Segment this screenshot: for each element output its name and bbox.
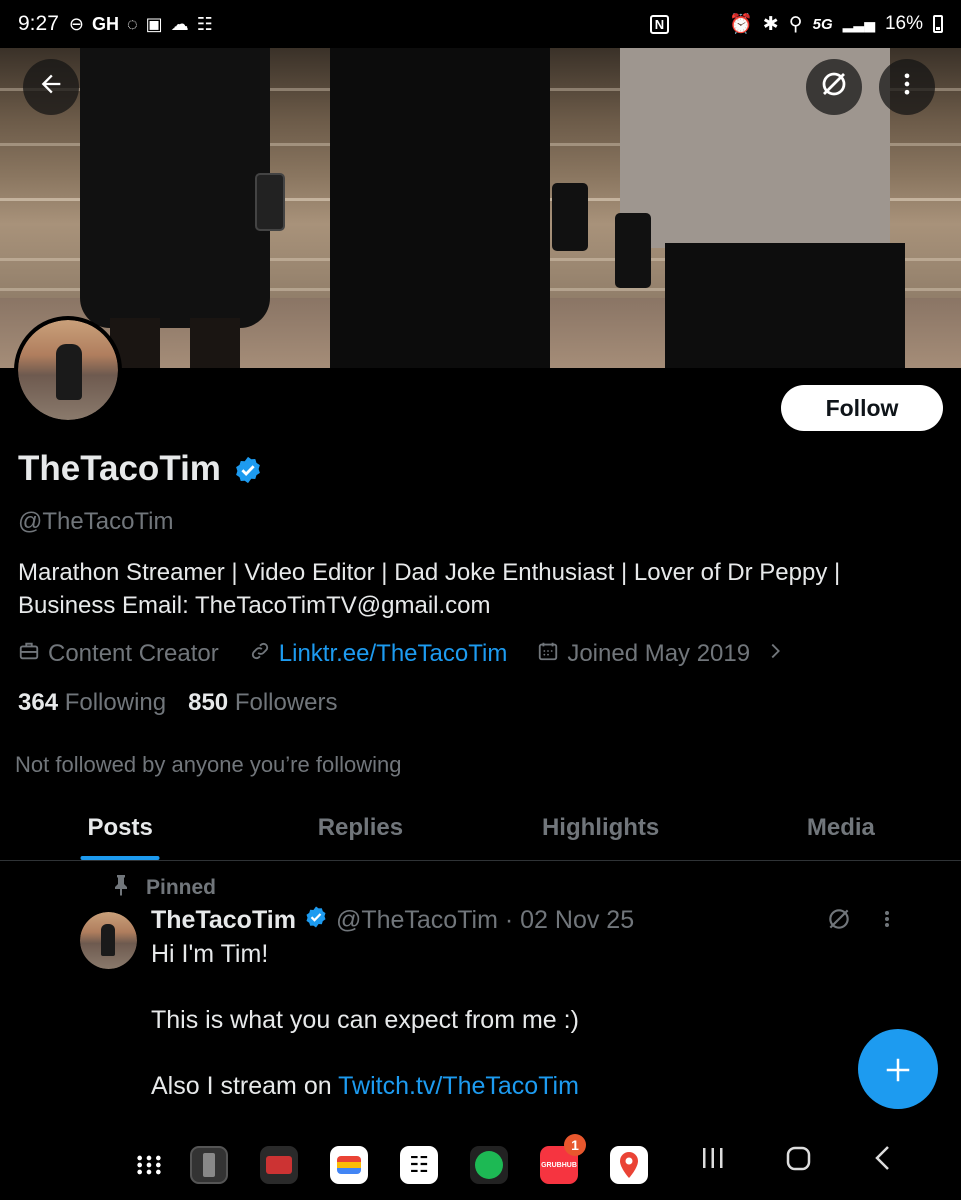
profile-link[interactable]: Linktr.ee/TheTacoTim	[279, 640, 508, 668]
not-followed-notice: Not followed by anyone you’re following	[15, 752, 402, 777]
status-time: 9:27	[18, 12, 59, 35]
post-author-name[interactable]: TheTacoTim	[151, 906, 296, 935]
grok-icon[interactable]	[826, 906, 852, 939]
compose-button[interactable]	[858, 1029, 938, 1109]
alarm-icon: ⏰	[729, 14, 753, 35]
joined-date: Joined May 2019	[567, 640, 751, 667]
app-icon: ☷	[196, 13, 213, 34]
tab-label: Media	[806, 814, 875, 841]
verified-badge-icon[interactable]	[233, 454, 263, 484]
battery-level: 16%	[884, 13, 923, 34]
sync-icon: ◌	[126, 13, 138, 34]
location-icon: ⚲	[788, 13, 803, 35]
pin-icon	[112, 874, 130, 902]
followers-link[interactable]: 850 Followers	[188, 689, 337, 717]
following-count: 364	[18, 689, 59, 716]
back-icon[interactable]	[872, 1144, 894, 1180]
bio-line: Business Email: TheTacoTimTV@gmail.com	[18, 592, 491, 619]
post-author-avatar[interactable]	[80, 912, 137, 969]
post-line: This is what you can expect from me :)	[151, 1006, 579, 1034]
spotify-app-icon[interactable]	[470, 1146, 508, 1184]
following-label: Following	[64, 689, 167, 716]
profile-meta: Content Creator Linktr.ee/TheTacoTim Joi…	[18, 640, 786, 668]
pinned-label: Pinned	[112, 874, 216, 902]
do-not-disturb-icon: ⊖	[68, 13, 84, 34]
post-header: TheTacoTim @TheTacoTim · 02 Nov 25	[151, 905, 634, 936]
post-more-icon[interactable]	[880, 906, 894, 939]
post-line: Also I stream on Twitch.tv/TheTacoTim	[151, 1070, 579, 1103]
post-body[interactable]: Hi I'm Tim! This is what you can expect …	[151, 938, 579, 1103]
signal-icon: ▂▃▅	[842, 15, 875, 32]
briefcase-icon	[18, 640, 40, 668]
followers-label: Followers	[234, 689, 338, 716]
arrow-left-icon	[37, 70, 65, 105]
display-name-text: TheTacoTim	[18, 449, 221, 488]
profile-tabs: Posts Replies Highlights Media	[0, 800, 961, 861]
post-meta: @TheTacoTim · 02 Nov 25	[335, 906, 635, 934]
cloud-icon: ☁	[170, 13, 189, 34]
tab-label: Replies	[317, 814, 404, 841]
plus-icon	[883, 1042, 913, 1096]
nfc-icon: N	[649, 14, 670, 34]
profile-category: Content Creator	[48, 640, 219, 667]
notification-badge: 1	[564, 1134, 586, 1156]
wallet-app-icon[interactable]	[330, 1146, 368, 1184]
grubhub-app-icon[interactable]: GRUBHUB 1	[540, 1134, 586, 1184]
bluetooth-icon: ✱	[762, 13, 779, 35]
status-bar: 9:27 ⊖ GH ◌ ▣ ☁ ☷ N ⏰ ✱ ⚲ 5G ▂▃▅ 16%	[0, 0, 961, 48]
active-tab-indicator	[80, 856, 160, 860]
profile-avatar[interactable]	[14, 316, 122, 424]
tab-posts[interactable]: Posts	[0, 800, 240, 860]
pinned-text: Pinned	[146, 876, 217, 899]
home-icon[interactable]	[785, 1144, 813, 1180]
tab-label: Posts	[87, 814, 153, 841]
tab-label: Highlights	[541, 814, 660, 841]
link-icon	[249, 640, 271, 668]
network-type: 5G	[812, 15, 833, 33]
more-button[interactable]	[879, 59, 935, 115]
profile-handle: @TheTacoTim	[18, 508, 174, 535]
calendar-icon	[537, 640, 559, 668]
verified-badge-icon	[304, 905, 328, 936]
post-twitch-link[interactable]: Twitch.tv/TheTacoTim	[338, 1072, 579, 1100]
post-line: Hi I'm Tim!	[151, 940, 269, 968]
grubhub-label: GRUBHUB	[541, 1161, 577, 1169]
android-nav-bar: ☷ GRUBHUB 1	[0, 1130, 961, 1200]
recents-icon[interactable]	[700, 1144, 726, 1180]
video-app-icon[interactable]	[260, 1146, 298, 1184]
sketch-app-icon[interactable]: ☷	[400, 1146, 438, 1184]
more-vertical-icon	[893, 70, 921, 105]
phone-app-icon[interactable]	[190, 1146, 228, 1184]
profile-bio: Marathon Streamer | Video Editor | Dad J…	[18, 556, 938, 622]
app-drawer-icon[interactable]	[130, 1146, 168, 1184]
grok-icon	[819, 69, 849, 106]
followers-count: 850	[188, 689, 229, 716]
back-button[interactable]	[23, 59, 79, 115]
display-name: TheTacoTim	[18, 449, 263, 489]
battery-icon	[933, 15, 943, 33]
tab-highlights[interactable]: Highlights	[481, 800, 721, 860]
tab-media[interactable]: Media	[721, 800, 961, 860]
follow-counts: 364 Following 850 Followers	[18, 689, 338, 717]
tab-replies[interactable]: Replies	[240, 800, 480, 860]
post-line-text: Also I stream on	[151, 1072, 339, 1100]
grok-button[interactable]	[806, 59, 862, 115]
gallery-icon: ▣	[145, 13, 163, 34]
follow-button[interactable]: Follow	[781, 385, 943, 431]
profile-banner[interactable]	[0, 48, 961, 368]
maps-app-icon[interactable]	[610, 1146, 648, 1184]
following-link[interactable]: 364 Following	[18, 689, 166, 717]
bio-line: Marathon Streamer | Video Editor | Dad J…	[18, 559, 841, 586]
chevron-right-icon[interactable]	[764, 640, 786, 668]
gh-label: GH	[91, 13, 119, 34]
